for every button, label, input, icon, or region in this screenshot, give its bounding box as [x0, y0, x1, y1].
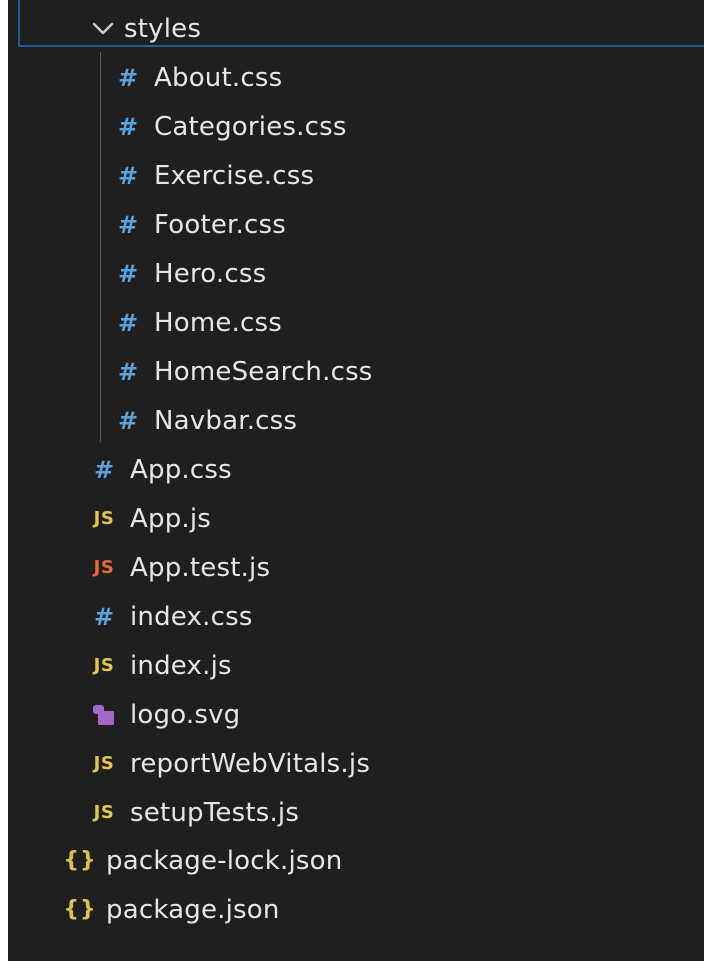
- file-label: index.css: [130, 601, 253, 632]
- hash-icon: #: [108, 58, 148, 98]
- file-label: reportWebVitals.js: [130, 748, 371, 779]
- hash-icon: #: [108, 107, 148, 147]
- hash-icon: #: [108, 352, 148, 392]
- json-braces-icon: {}: [60, 890, 100, 930]
- file-label: About.css: [154, 62, 283, 93]
- icon-glyph: #: [117, 63, 139, 92]
- hash-icon: #: [108, 254, 148, 294]
- file-label: index.js: [130, 650, 232, 681]
- file-row[interactable]: # About.css: [108, 53, 282, 102]
- icon-glyph: JS: [93, 752, 115, 774]
- icon-glyph: JS: [93, 556, 115, 578]
- file-row[interactable]: # Exercise.css: [108, 151, 314, 200]
- icon-glyph: #: [117, 308, 139, 337]
- hash-icon: #: [108, 156, 148, 196]
- file-row[interactable]: JS reportWebVitals.js: [84, 739, 370, 788]
- file-row[interactable]: JS setupTests.js: [84, 788, 299, 837]
- icon-glyph: #: [117, 357, 139, 386]
- file-row[interactable]: JS App.js: [84, 494, 211, 543]
- chevron-down-icon[interactable]: [90, 16, 116, 42]
- json-braces-icon: {}: [60, 841, 100, 881]
- icon-glyph: JS: [93, 654, 115, 676]
- file-row[interactable]: # Home.css: [108, 298, 282, 347]
- file-row[interactable]: {} package-lock.json: [60, 836, 342, 885]
- icon-glyph: #: [93, 602, 115, 631]
- file-label: HomeSearch.css: [154, 356, 373, 387]
- folder-row-styles[interactable]: styles: [90, 4, 201, 53]
- js-test-icon: JS: [84, 548, 124, 588]
- icon-glyph: #: [117, 259, 139, 288]
- file-label: Navbar.css: [154, 405, 298, 436]
- icon-glyph: #: [117, 406, 139, 435]
- hash-icon: #: [84, 450, 124, 490]
- icon-glyph: {}: [63, 847, 97, 873]
- file-label: Exercise.css: [154, 160, 315, 191]
- file-label: Home.css: [154, 307, 283, 338]
- icon-glyph: #: [117, 112, 139, 141]
- file-label: package-lock.json: [106, 845, 343, 876]
- file-row[interactable]: # Footer.css: [108, 200, 286, 249]
- file-label: App.js: [130, 503, 212, 534]
- icon-glyph: JS: [93, 507, 115, 529]
- file-label: package.json: [106, 894, 280, 925]
- file-row[interactable]: JS App.test.js: [84, 543, 270, 592]
- hash-icon: #: [108, 401, 148, 441]
- file-label: Footer.css: [154, 209, 286, 240]
- file-row[interactable]: # Navbar.css: [108, 396, 297, 445]
- file-row[interactable]: # HomeSearch.css: [108, 347, 373, 396]
- js-icon: JS: [84, 499, 124, 539]
- file-label: Hero.css: [154, 258, 267, 289]
- indent-guide: [100, 52, 101, 442]
- file-label: App.css: [130, 454, 232, 485]
- file-row[interactable]: # Hero.css: [108, 249, 266, 298]
- icon-glyph: JS: [93, 801, 115, 823]
- icon-glyph: #: [117, 161, 139, 190]
- js-icon: JS: [84, 793, 124, 833]
- file-label: App.test.js: [130, 552, 271, 583]
- js-icon: JS: [84, 744, 124, 784]
- file-label: logo.svg: [130, 699, 241, 730]
- folder-label: styles: [124, 13, 202, 44]
- file-row[interactable]: # Categories.css: [108, 102, 347, 151]
- icon-glyph: #: [93, 455, 115, 484]
- hash-icon: #: [84, 597, 124, 637]
- js-icon: JS: [84, 646, 124, 686]
- file-label: setupTests.js: [130, 797, 300, 828]
- svg-image-icon: [84, 695, 124, 735]
- hash-icon: #: [108, 205, 148, 245]
- hash-icon: #: [108, 303, 148, 343]
- file-row[interactable]: JS index.js: [84, 641, 232, 690]
- icon-glyph: #: [117, 210, 139, 239]
- icon-glyph: {}: [63, 896, 97, 922]
- file-row[interactable]: {} package.json: [60, 885, 280, 934]
- file-row[interactable]: # index.css: [84, 592, 253, 641]
- file-label: Categories.css: [154, 111, 347, 142]
- file-row[interactable]: # App.css: [84, 445, 232, 494]
- file-row[interactable]: logo.svg: [84, 690, 240, 739]
- file-explorer-panel: styles # About.css # Categories.css # Exercis…: [8, 0, 704, 961]
